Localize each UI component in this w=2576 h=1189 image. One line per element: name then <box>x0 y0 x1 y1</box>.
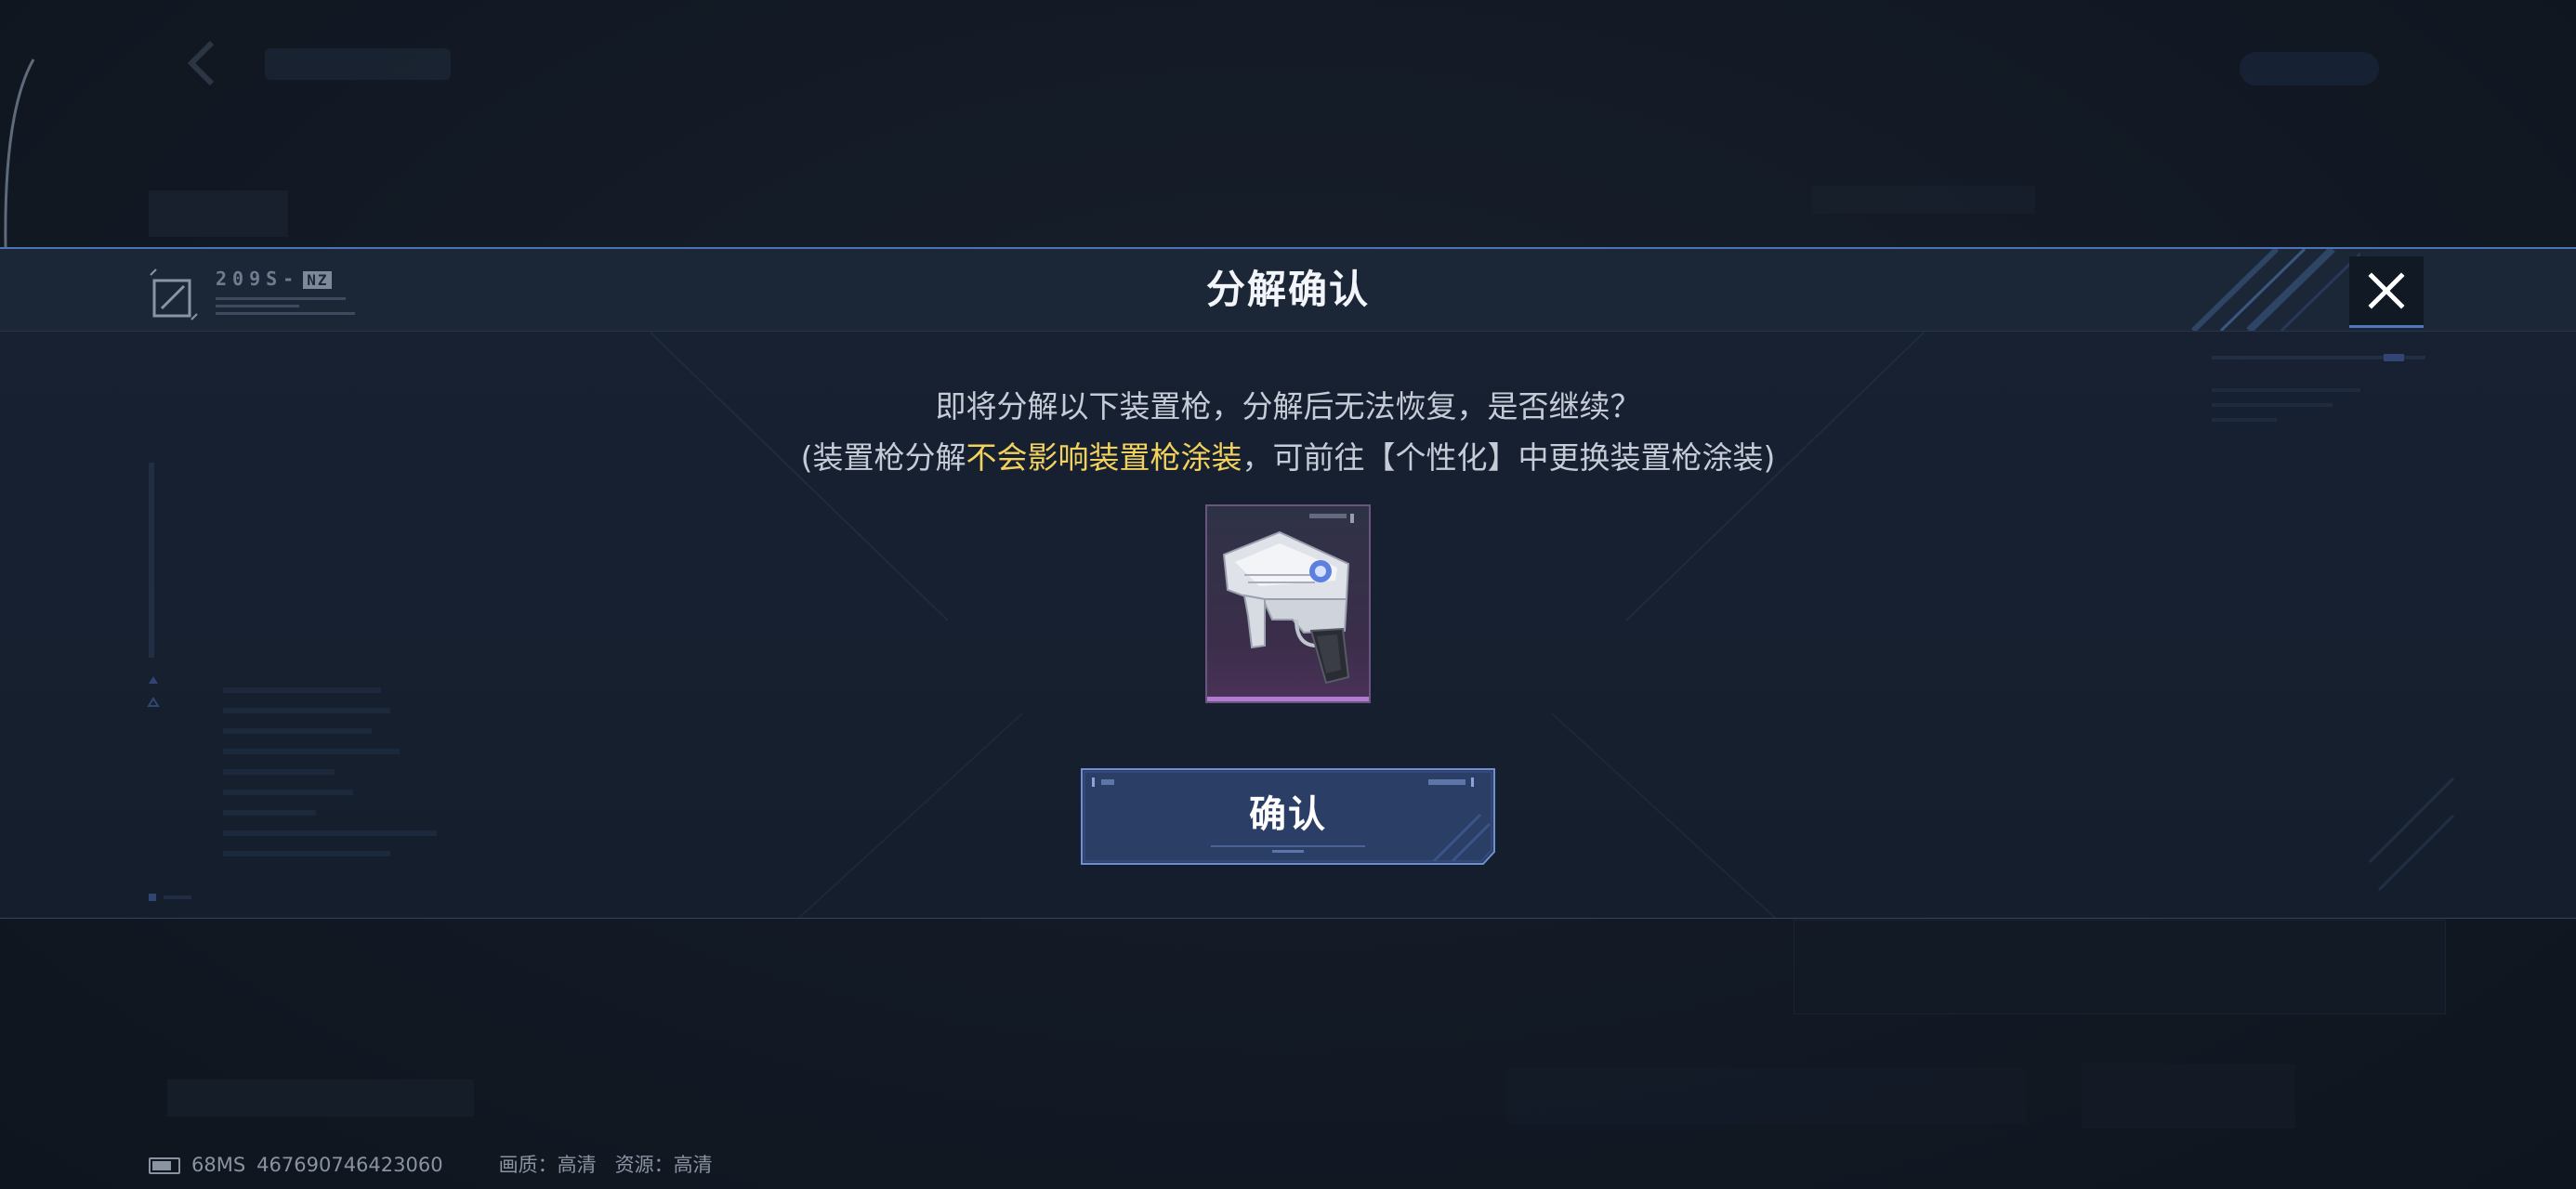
background-bottom-bar <box>1505 1068 2026 1124</box>
quality-value: 高清 <box>557 1154 597 1176</box>
back-arrow-icon <box>187 40 215 86</box>
close-icon <box>2368 272 2405 309</box>
rarity-bar <box>1207 697 1369 701</box>
skin-note-message: (装置枪分解不会影响装置枪涂装，可前往【个性化】中更换装置枪涂装) <box>0 433 2576 477</box>
pistol-weapon-icon <box>1222 514 1354 685</box>
skin-note-suffix: ，可前往【个性化】中更换装置枪涂装) <box>1242 439 1776 476</box>
skin-note-highlight: 不会影响装置枪涂装 <box>966 439 1242 476</box>
background-header-strip <box>1812 186 2035 214</box>
confirm-button[interactable]: 确认 <box>1081 768 1495 865</box>
confirm-button-label: 确认 <box>1249 793 1327 836</box>
background-bottom-button <box>2082 1064 2295 1129</box>
player-uid: 467690746423060 <box>256 1154 443 1176</box>
skin-note-prefix: (装置枪分解 <box>800 439 966 476</box>
resource-value: 高清 <box>673 1154 713 1176</box>
resource-label: 资源： <box>614 1154 674 1176</box>
game-screen: 209S- NZ 分解确认 即将分解以下装置枪，分解后无法恢复，是否继续？ (装置… <box>0 0 2576 1189</box>
decompose-confirm-dialog: 209S- NZ 分解确认 即将分解以下装置枪，分解后无法恢复，是否继续？ (装置… <box>0 247 2576 919</box>
dialog-title: 分解确认 <box>1205 267 1370 312</box>
background-bottom-bar <box>167 1079 474 1117</box>
battery-icon <box>149 1157 180 1174</box>
quality-label: 画质： <box>498 1154 558 1176</box>
warning-message: 即将分解以下装置枪，分解后无法恢复，是否继续？ <box>935 388 1641 425</box>
background-currency-chip <box>2240 52 2379 85</box>
background-arc <box>4 59 35 248</box>
ping-value: 68MS <box>191 1154 246 1176</box>
weapon-card <box>1205 504 1371 703</box>
close-button[interactable] <box>2349 256 2424 328</box>
background-info-panel <box>1794 920 2446 1014</box>
dialog-header: 209S- NZ 分解确认 <box>0 249 2576 332</box>
background-tab <box>149 190 288 237</box>
status-bar: 68MS 467690746423060 画质：高清 资源：高清 <box>149 1152 724 1178</box>
background-title <box>265 48 451 80</box>
